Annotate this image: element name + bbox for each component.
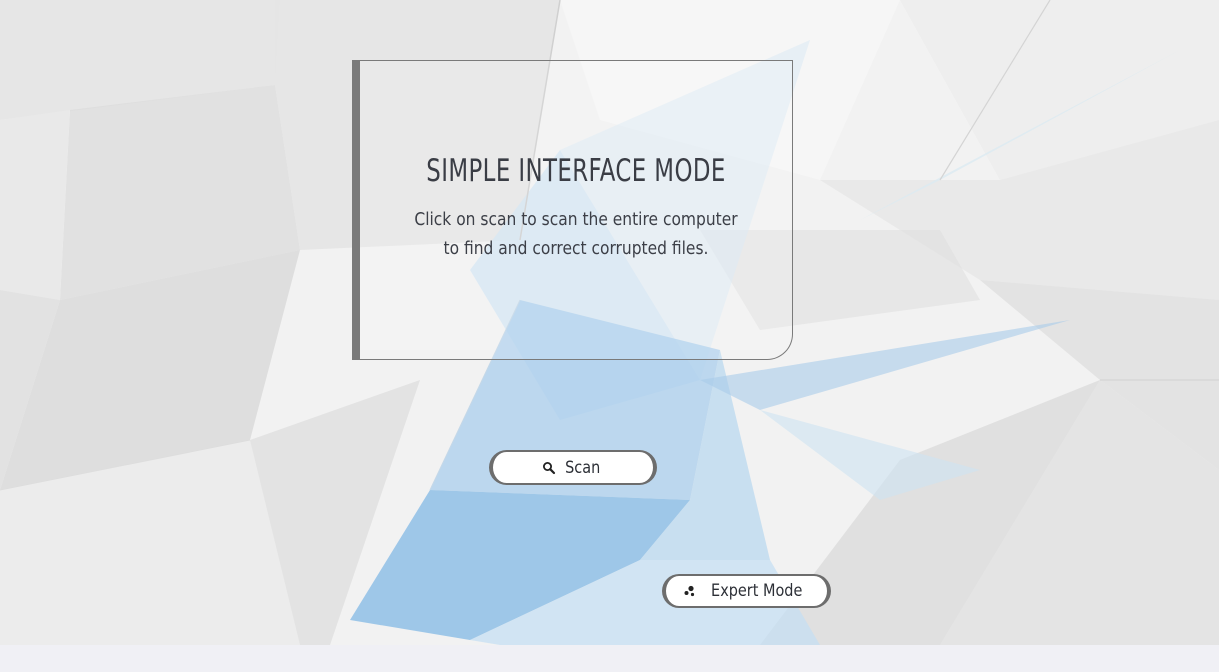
dots-icon: [683, 584, 697, 598]
card-title: SIMPLE INTERFACE MODE: [426, 153, 726, 189]
footer-strip: [0, 645, 1219, 672]
scan-button-label: Scan: [565, 457, 601, 478]
expert-mode-button-label: Expert Mode: [710, 581, 803, 601]
info-card: SIMPLE INTERFACE MODE Click on scan to s…: [352, 60, 793, 360]
expert-mode-button[interactable]: Expert Mode: [662, 574, 831, 608]
card-description: Click on scan to scan the entire compute…: [414, 209, 738, 259]
search-icon: [542, 461, 556, 475]
scan-button[interactable]: Scan: [489, 450, 657, 485]
